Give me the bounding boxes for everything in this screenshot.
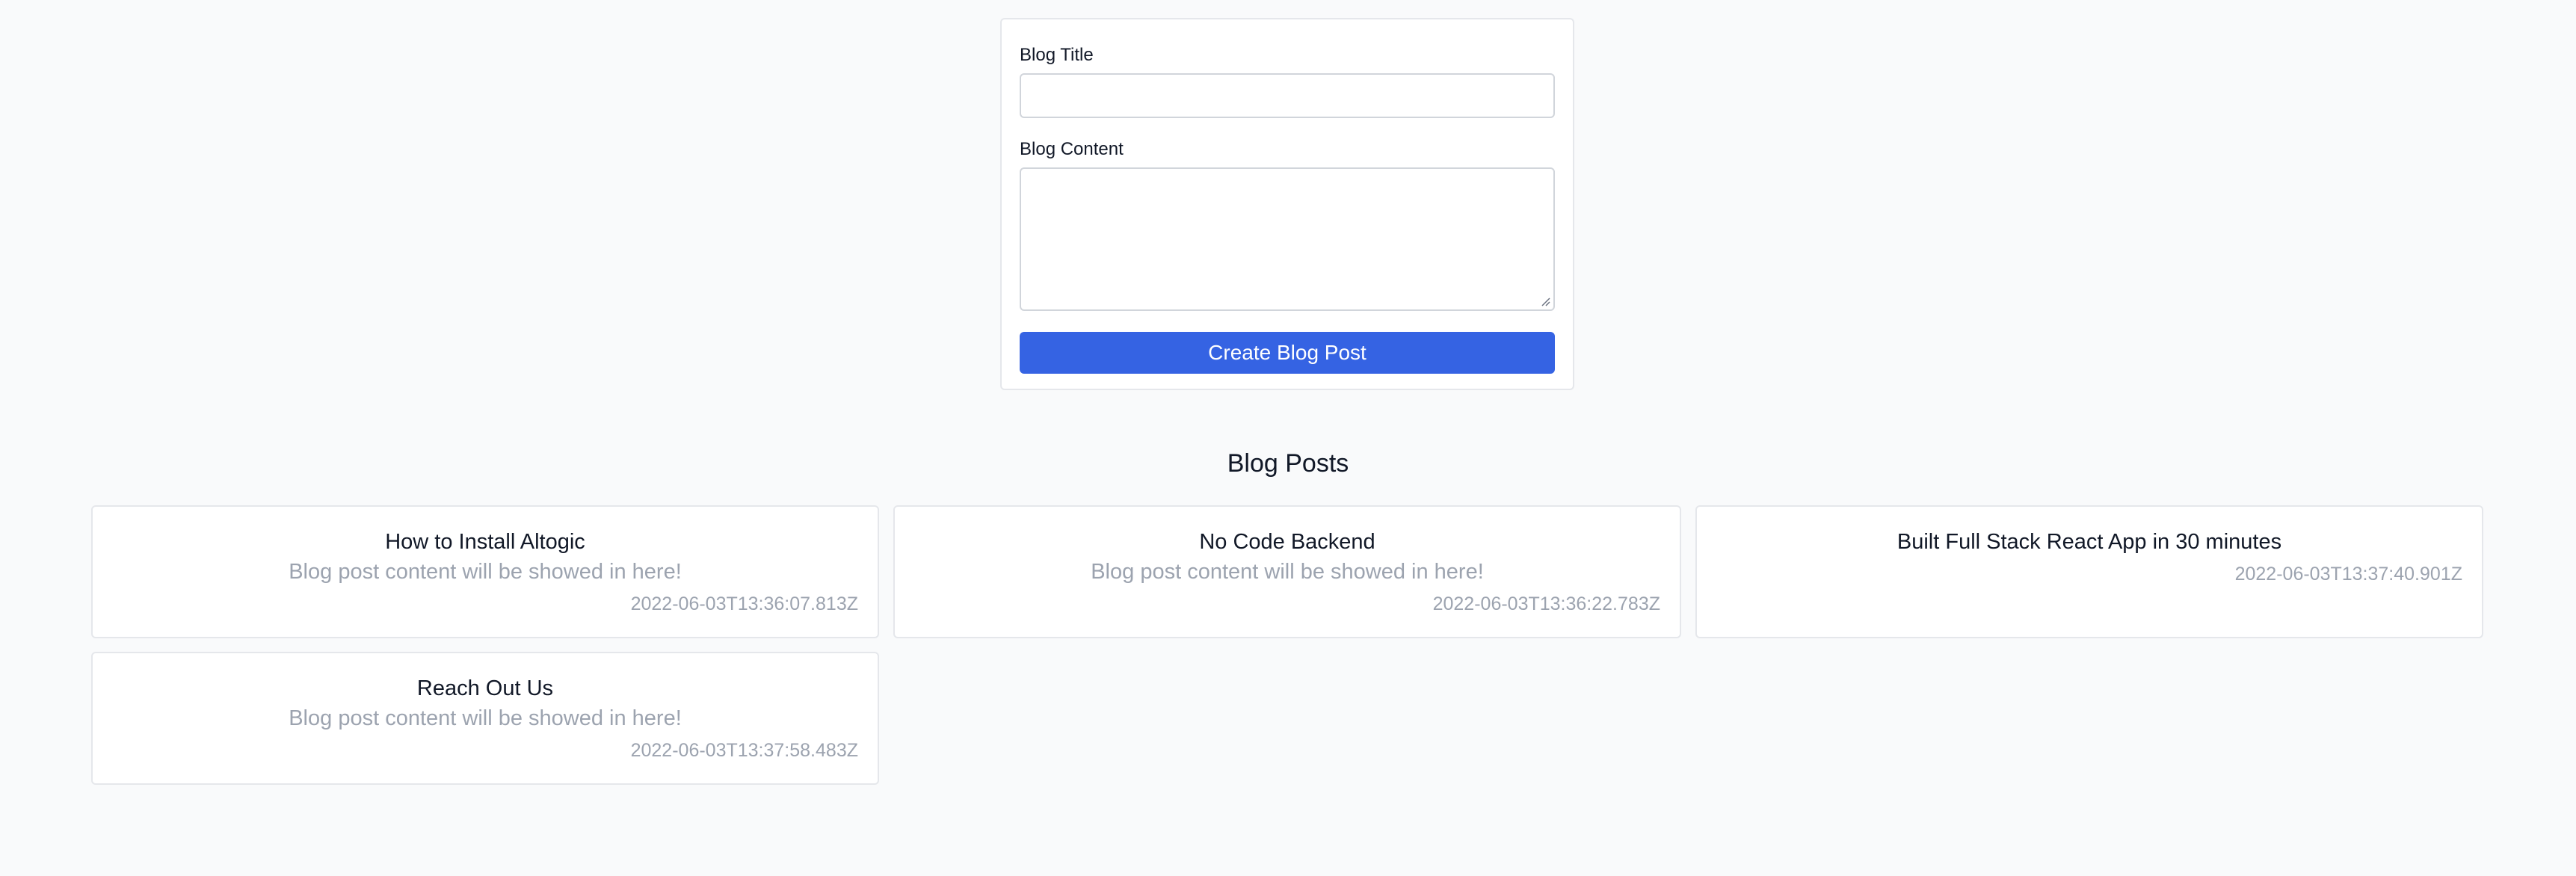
blog-title-label: Blog Title [1020,45,1094,65]
post-date: 2022-06-03T13:37:40.901Z [2234,564,2462,584]
blog-title-input[interactable] [1020,73,1555,118]
blog-posts-heading: Blog Posts [1227,449,1349,478]
resize-handle-icon[interactable] [1540,296,1550,306]
blog-content-wrapper [1020,167,1555,311]
post-title: No Code Backend [1199,530,1375,554]
post-title: Built Full Stack React App in 30 minutes [1896,530,2282,554]
post-content: Blog post content will be showed in here… [289,706,682,730]
blog-post-card: How to Install Altogic Blog post content… [91,505,879,638]
create-blog-post-button[interactable]: Create Blog Post [1020,332,1555,374]
post-date: 2022-06-03T13:36:07.813Z [630,593,858,614]
blog-content-label: Blog Content [1020,139,1124,159]
post-date: 2022-06-03T13:36:22.783Z [1432,593,1660,614]
blog-post-card: Built Full Stack React App in 30 minutes… [1695,505,2483,638]
blog-posts-grid: How to Install Altogic Blog post content… [91,505,2483,785]
post-title: Reach Out Us [416,676,554,700]
blog-post-card: Reach Out Us Blog post content will be s… [91,652,879,785]
post-content: Blog post content will be showed in here… [1091,560,1484,584]
create-post-form: Blog Title Blog Content Create Blog Post [1000,18,1574,390]
post-date: 2022-06-03T13:37:58.483Z [630,740,858,761]
blog-content-textarea[interactable] [1020,167,1555,311]
post-title: How to Install Altogic [385,530,585,554]
post-content: Blog post content will be showed in here… [289,560,682,584]
blog-post-card: No Code Backend Blog post content will b… [893,505,1681,638]
